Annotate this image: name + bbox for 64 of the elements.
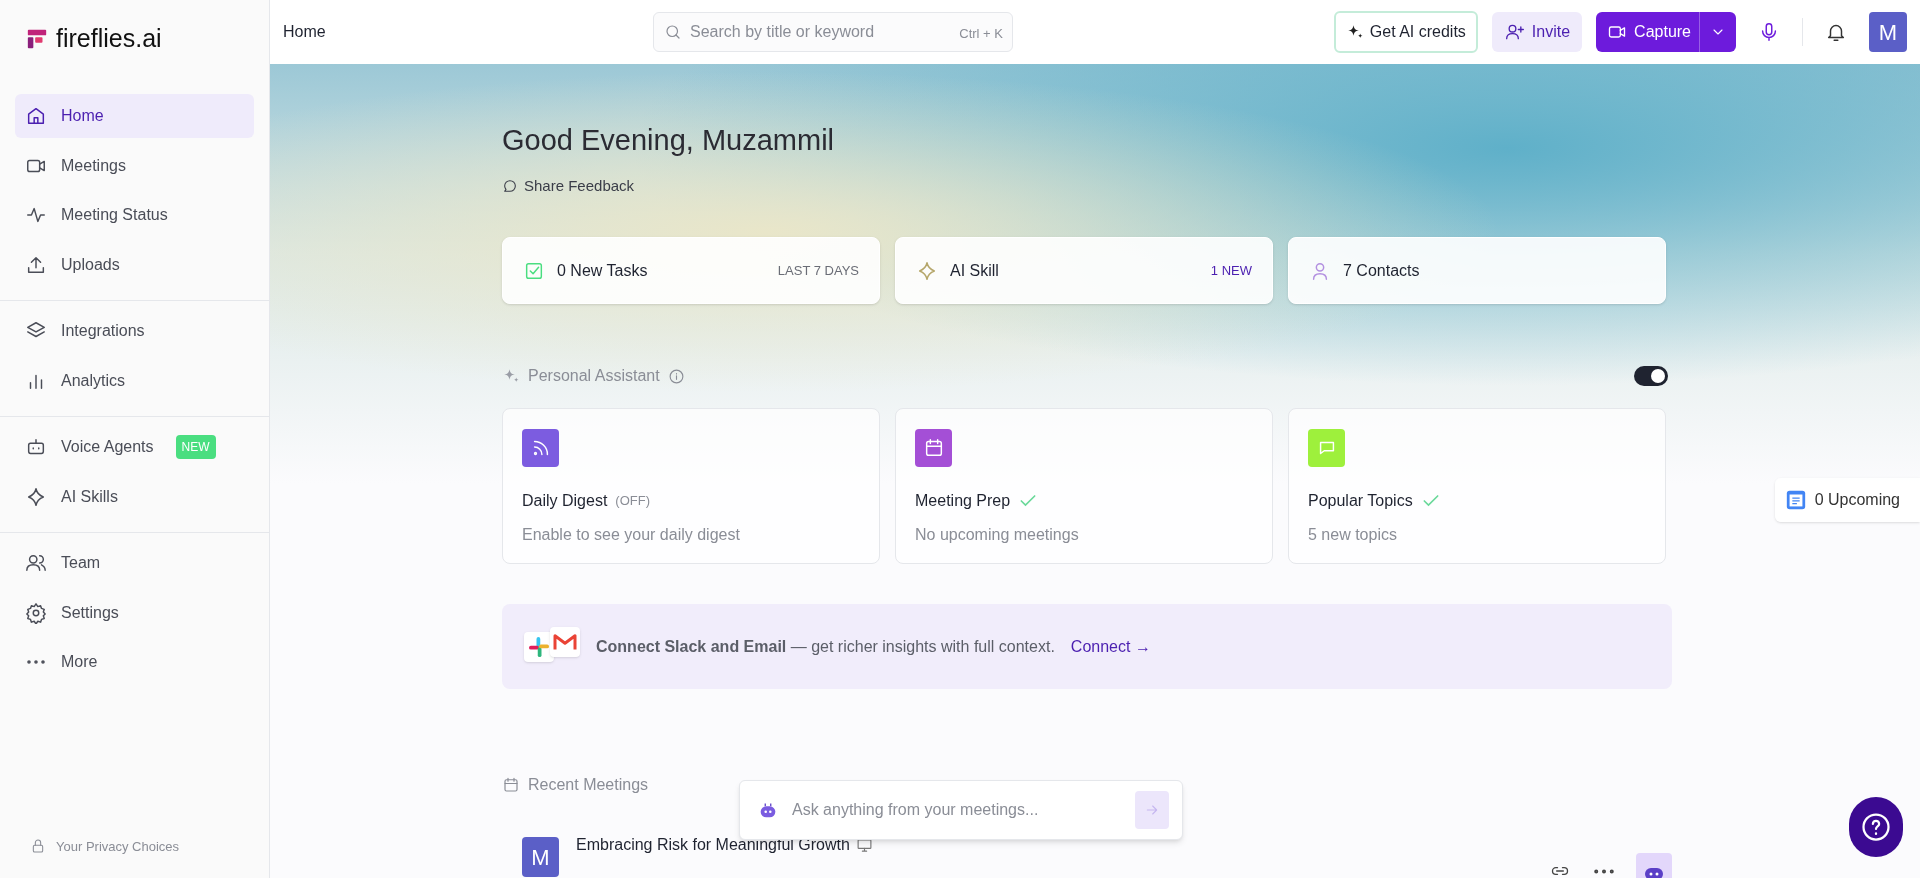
card-subtitle: No upcoming meetings — [915, 525, 1080, 545]
banner-text: Connect Slack and Email — get richer insights with full context. — [596, 636, 1055, 657]
more-button[interactable] — [1594, 868, 1614, 874]
add-user-icon — [1503, 22, 1526, 42]
home-icon — [25, 105, 47, 127]
assistant-card[interactable]: Popular Topics 5 new topics — [1288, 408, 1666, 564]
status-label: (OFF) — [615, 492, 650, 511]
sidebar-item[interactable]: Team — [15, 541, 254, 585]
arrow-right-icon — [1144, 802, 1160, 818]
help-button[interactable] — [1849, 797, 1903, 857]
help-icon — [1861, 812, 1891, 842]
search-icon — [664, 23, 682, 41]
feedback-link[interactable]: Share Feedback — [502, 174, 635, 197]
sparkle-icon — [25, 485, 47, 508]
sidebar-item[interactable]: Meetings — [15, 143, 254, 188]
card-title: Popular Topics — [1308, 491, 1413, 511]
section-title: Recent Meetings — [528, 775, 649, 795]
sidebar-item[interactable]: AI Skills — [15, 474, 254, 519]
logo-icon — [26, 27, 48, 51]
sidebar-item[interactable]: Meeting Status — [15, 193, 254, 237]
ask-field[interactable]: Ask anything from your meetings... — [739, 780, 1183, 840]
new-badge: NEW — [175, 435, 216, 460]
sidebar-item[interactable]: Integrations — [15, 309, 254, 353]
shortcut-hint: Ctrl + K — [959, 25, 1003, 43]
card-subtitle: 5 new topics — [1308, 525, 1398, 545]
card-subtitle: Enable to see your daily digest — [522, 525, 741, 545]
users-icon — [25, 552, 47, 574]
sidebar-item[interactable]: More — [15, 640, 254, 684]
settings-icon — [25, 601, 47, 624]
sidebar-item[interactable]: Home — [15, 94, 254, 138]
more-dots-icon — [1594, 868, 1614, 874]
stat-card[interactable]: 7 Contacts — [1288, 237, 1666, 304]
stat-label: 7 Contacts — [1343, 260, 1420, 281]
card-title: Daily Digest — [522, 491, 608, 511]
user-avatar[interactable]: M — [1869, 12, 1907, 52]
sidebar-item[interactable]: Settings — [15, 590, 254, 635]
toggle-switch[interactable] — [1634, 366, 1668, 386]
sidebar-item[interactable]: Voice Agents — [15, 425, 164, 469]
mail-logo-icon — [550, 626, 580, 657]
info-icon — [667, 367, 685, 385]
stat-tag: LAST 7 DAYS — [777, 260, 859, 281]
more-dots-icon — [27, 660, 45, 664]
upcoming-button[interactable]: 0 Upcoming — [1774, 478, 1920, 522]
card-title: Meeting Prep — [915, 491, 1011, 511]
greeting-heading: Good Evening, Muzammil — [502, 123, 836, 158]
stat-card[interactable]: 0 New Tasks LAST 7 DAYS — [502, 237, 880, 304]
page-title: Home — [283, 22, 327, 42]
brand-name: fireflies.ai — [56, 23, 162, 55]
assistant-card[interactable]: Daily Digest (OFF) Enable to see your daily digest — [502, 408, 880, 564]
lock-icon — [30, 837, 46, 856]
section-title: Personal Assistant — [528, 366, 660, 386]
invite-button[interactable]: Invite — [1491, 12, 1583, 52]
sparkle-icon — [916, 259, 938, 282]
stat-card[interactable]: AI Skill 1 NEW — [895, 237, 1273, 304]
sidebar-item[interactable]: Uploads — [15, 242, 254, 287]
meeting-avatar: M — [522, 837, 559, 877]
ai-credits-button[interactable]: Get AI credits — [1333, 11, 1478, 53]
stat-tag: 1 NEW — [1210, 260, 1252, 281]
stat-label: AI Skill — [950, 260, 999, 281]
connect-link[interactable]: Connect → — [1070, 634, 1151, 659]
assistant-card[interactable]: Meeting Prep No upcoming meetings — [895, 408, 1273, 564]
stat-label: 0 New Tasks — [557, 260, 648, 281]
speech-bubble-icon — [502, 177, 518, 194]
sidebar-item[interactable]: Analytics — [15, 358, 254, 403]
